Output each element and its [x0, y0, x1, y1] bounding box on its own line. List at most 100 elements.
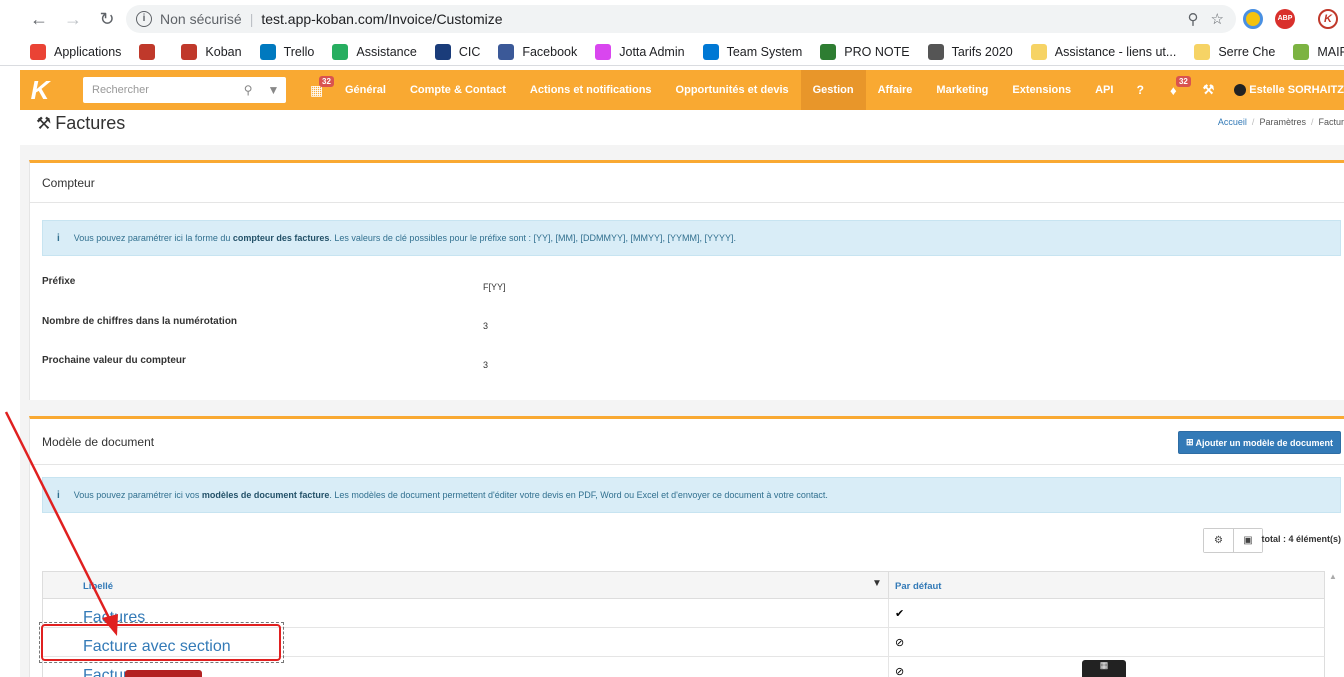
folder-icon	[1030, 43, 1047, 60]
info-icon[interactable]: i	[136, 11, 152, 27]
bookmark-label: Trello	[283, 44, 315, 59]
menu-item-api[interactable]: API	[1083, 70, 1125, 110]
next-value-value[interactable]: 3	[483, 360, 488, 370]
menu-item-marketing[interactable]: Marketing	[924, 70, 1000, 110]
breadcrumb: Accueil / Paramètres / Factur	[1217, 117, 1344, 127]
pronote-icon	[820, 43, 837, 60]
scroll-up-arrow-icon[interactable]: ▲	[1329, 572, 1341, 584]
bookmark-2[interactable]: Koban	[181, 43, 242, 60]
digits-value[interactable]: 3	[483, 321, 488, 331]
bookmark-1[interactable]	[139, 43, 163, 60]
apps-grid-icon	[30, 43, 46, 60]
red-tooltip	[125, 670, 202, 677]
wrench-icon[interactable]: ⚒	[1203, 82, 1215, 98]
page-title: ⚒ Factures	[36, 113, 125, 134]
table-header: Libellé ▼ Par défaut	[42, 571, 1325, 600]
menu-item-gestion[interactable]: Gestion	[800, 70, 866, 110]
address-bar[interactable]: i Non sécurisé | test.app-koban.com/Invo…	[126, 5, 1236, 33]
star-icon[interactable]: ☆	[1211, 10, 1224, 28]
reload-icon[interactable]: ↻	[90, 2, 124, 36]
menu-item-compte-contact[interactable]: Compte & Contact	[398, 70, 518, 110]
bookmark-label: Facebook	[522, 44, 578, 59]
template-info-alert: i Vous pouvez paramétrer ici vos modèles…	[42, 477, 1341, 513]
filter-icon[interactable]: ▼	[261, 83, 286, 97]
facebook-icon	[498, 43, 515, 60]
annotation-highlight-box	[41, 624, 281, 661]
back-arrow-icon[interactable]: ←	[22, 2, 56, 36]
bookmark-label: MAIRIE	[1317, 44, 1344, 59]
wrench-title-icon: ⚒	[36, 113, 52, 133]
globe-icon	[927, 43, 944, 60]
calendar-badge: 32	[319, 76, 334, 87]
menu-item-extensions[interactable]: Extensions	[1000, 70, 1083, 110]
bookmark-label: Serre Che	[1218, 44, 1276, 59]
koban-icon	[139, 43, 156, 60]
plus-square-icon: ⊞	[1185, 437, 1194, 447]
zoom-icon[interactable]: ⚲	[1188, 10, 1199, 28]
user-name[interactable]: Estelle SORHAITZ	[1249, 84, 1344, 96]
main-menu: Général Compte & Contact Actions et notifi…	[333, 70, 1125, 110]
breadcrumb-settings[interactable]: Paramètres	[1259, 117, 1306, 127]
gears-icon[interactable]: ⚙	[1204, 529, 1233, 552]
column-header-label[interactable]: Libellé	[83, 581, 113, 592]
bookmark-12[interactable]: Serre Che	[1194, 43, 1276, 60]
bookmark-label: Jotta Admin	[619, 44, 685, 59]
extension-globe-icon[interactable]	[1243, 9, 1263, 29]
counter-panel-title: Compteur	[30, 163, 1344, 203]
bookmark-label: Assistance	[356, 44, 417, 59]
column-header-default[interactable]: Par défaut	[895, 581, 941, 592]
not-default-icon: ⊘	[895, 666, 905, 677]
counter-panel: Compteur i Vous pouvez paramétrer ici la…	[29, 160, 1344, 400]
trello-icon	[259, 43, 276, 60]
menu-item-affaire[interactable]: Affaire	[866, 70, 925, 110]
template-panel-title: Modèle de document	[30, 419, 1344, 465]
bookmark-5[interactable]: CIC	[434, 43, 481, 60]
cube-icon[interactable]: ▣	[1233, 529, 1262, 552]
menu-item-actions-et-notifications[interactable]: Actions et notifications	[518, 70, 664, 110]
help-icon[interactable]: ?	[1137, 83, 1144, 97]
adblock-icon[interactable]: ABP	[1275, 9, 1295, 29]
breadcrumb-home[interactable]: Accueil	[1218, 117, 1247, 127]
bookmark-label: Assistance - liens ut...	[1054, 44, 1177, 59]
add-template-button[interactable]: ⊞ Ajouter un modèle de document	[1177, 431, 1341, 454]
avatar[interactable]	[1234, 84, 1247, 96]
jotta-icon	[595, 43, 612, 60]
bookmark-13[interactable]: MAIRIE	[1293, 43, 1344, 60]
forward-arrow-icon[interactable]: →	[56, 2, 90, 36]
filter-icon[interactable]: ▼	[872, 578, 882, 589]
bookmark-11[interactable]: Assistance - liens ut...	[1030, 43, 1177, 60]
calendar-chip-icon[interactable]: ▦	[1082, 660, 1126, 677]
bookmark-0[interactable]: Applications	[30, 43, 121, 60]
team-system-icon	[702, 43, 719, 60]
bookmark-9[interactable]: PRO NOTE	[820, 43, 910, 60]
koban-logo[interactable]: K	[20, 70, 60, 110]
bookmark-7[interactable]: Jotta Admin	[595, 43, 685, 60]
bookmark-3[interactable]: Trello	[259, 43, 315, 60]
koban-extension-icon[interactable]: K	[1318, 9, 1338, 29]
menu-item-opportunit-s-et-devis[interactable]: Opportunités et devis	[664, 70, 801, 110]
folder-icon	[1194, 43, 1211, 60]
prefix-value[interactable]: F[YY]	[483, 282, 506, 292]
bookmark-label: Koban	[205, 44, 242, 59]
bell-icon[interactable]: ♦ 32	[1170, 75, 1191, 98]
bookmark-4[interactable]: Assistance	[332, 43, 417, 60]
bookmark-label: Team System	[726, 44, 803, 59]
bookmark-label: PRO NOTE	[844, 44, 910, 59]
search-box: ⚲ ▼	[83, 77, 286, 103]
url-text: test.app-koban.com/Invoice/Customize	[261, 11, 503, 27]
search-input[interactable]	[92, 84, 236, 96]
counter-info-alert: i Vous pouvez paramétrer ici la forme du…	[42, 220, 1341, 256]
address-separator: |	[249, 11, 254, 27]
notification-badge: 32	[1175, 75, 1191, 87]
menu-item-g-n-ral[interactable]: Général	[333, 70, 398, 110]
page-title-text: Factures	[55, 113, 126, 133]
bookmark-6[interactable]: Facebook	[498, 43, 578, 60]
bookmark-label: CIC	[458, 44, 481, 59]
search-icon[interactable]: ⚲	[236, 83, 261, 97]
check-icon: ✔	[895, 608, 905, 620]
bookmark-10[interactable]: Tarifs 2020	[927, 43, 1013, 60]
total-count: total : 4 élément(s)	[1261, 534, 1341, 544]
bookmarks-bar: Applications Koban Trello Assistance CIC Face…	[0, 38, 1344, 66]
breadcrumb-current: Factur	[1318, 117, 1344, 127]
bookmark-8[interactable]: Team System	[702, 43, 803, 60]
